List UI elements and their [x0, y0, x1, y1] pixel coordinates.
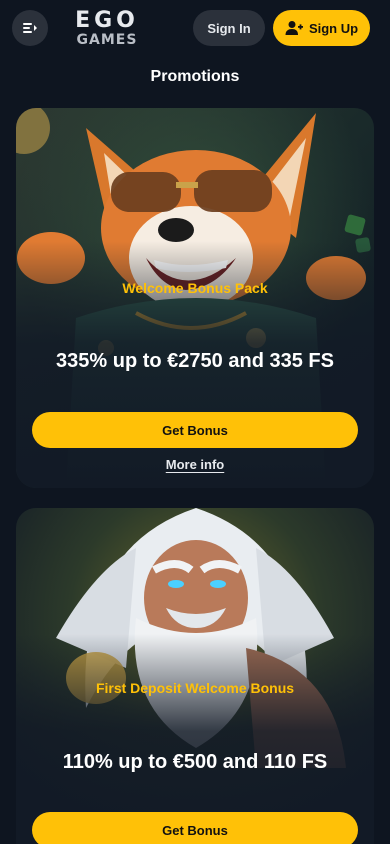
promotion-card: First Deposit Welcome Bonus 110% up to €…: [16, 508, 374, 844]
logo-wordmark-bottom: GAMES: [76, 31, 138, 48]
logo-wordmark-top: EGO: [75, 7, 139, 33]
page-title: Promotions: [150, 68, 240, 85]
top-header: EGO GAMES Sign In Sign Up: [0, 0, 390, 56]
promotion-card: Welcome Bonus Pack 335% up to €2750 and …: [16, 108, 374, 488]
sign-in-button[interactable]: Sign In: [193, 10, 265, 46]
promo-subtitle: Welcome Bonus Pack: [122, 280, 268, 296]
promo-subtitle: First Deposit Welcome Bonus: [95, 680, 295, 696]
get-bonus-button[interactable]: Get Bonus: [32, 412, 358, 448]
user-plus-icon: [285, 21, 303, 35]
promo-title: 335% up to €2750 and 335 FS: [56, 350, 334, 372]
promo-artwork-zeus: [16, 508, 374, 844]
promo-title: 110% up to €500 and 110 FS: [62, 751, 328, 773]
get-bonus-button[interactable]: Get Bonus: [32, 812, 358, 844]
brand-logo[interactable]: EGO GAMES: [62, 7, 152, 49]
sign-up-label: Sign Up: [308, 20, 359, 36]
menu-button[interactable]: [12, 10, 48, 46]
more-info-link[interactable]: More info: [16, 457, 374, 472]
menu-icon: [23, 23, 37, 33]
sign-up-button[interactable]: Sign Up: [273, 10, 370, 46]
